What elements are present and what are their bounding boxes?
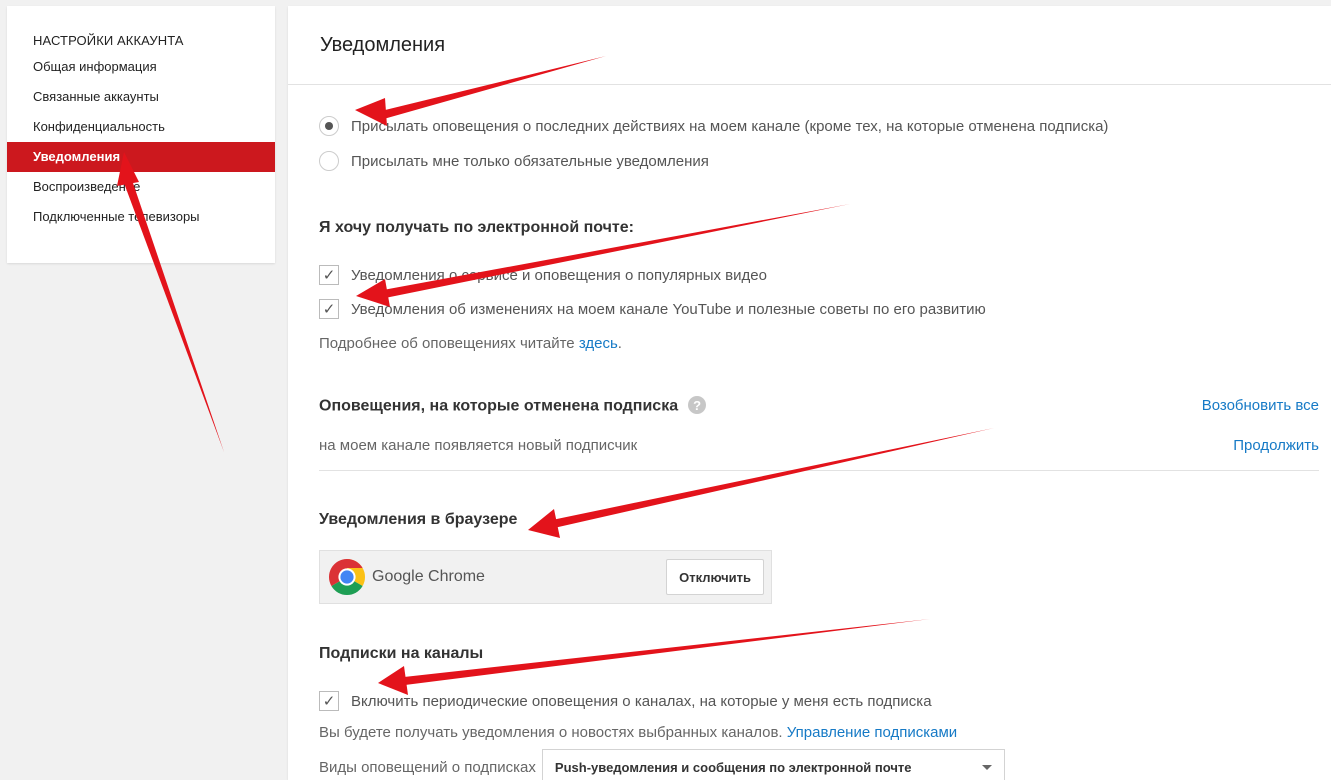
radio-essential-only[interactable]: Присылать мне только обязательные уведом… <box>319 151 709 171</box>
disable-browser-notifications-button[interactable]: Отключить <box>666 559 764 595</box>
panel-header: Уведомления <box>288 6 1331 85</box>
sidebar-item-overview[interactable]: Общая информация <box>7 52 275 82</box>
notifications-panel: Уведомления Присылать оповещения о после… <box>288 6 1331 780</box>
subscription-type-value: Push-уведомления и сообщения по электрон… <box>554 759 912 775</box>
check-service-notifications[interactable]: ✓ Уведомления о сервисе и оповещения о п… <box>319 265 767 285</box>
radio-button[interactable] <box>319 151 339 171</box>
checkbox-checked[interactable]: ✓ <box>319 691 339 711</box>
check-icon: ✓ <box>322 266 336 284</box>
email-section-title: Я хочу получать по электронной почте: <box>319 219 634 236</box>
more-info-text: Подробнее об оповещениях читайте здесь. <box>319 335 622 352</box>
sidebar-item-notifications[interactable]: Уведомления <box>7 142 275 172</box>
check-subscription-alerts[interactable]: ✓ Включить периодические оповещения о ка… <box>319 691 932 711</box>
check-icon: ✓ <box>322 300 336 318</box>
radio-dot-icon <box>325 122 333 130</box>
check-channel-updates-label: Уведомления об изменениях на моем канале… <box>351 300 986 318</box>
chrome-logo-icon <box>328 558 366 596</box>
more-info-link[interactable]: здесь <box>579 335 618 352</box>
manage-subscriptions-link[interactable]: Управление подписками <box>787 724 957 741</box>
check-subscription-alerts-label: Включить периодические оповещения о кана… <box>351 692 932 710</box>
checkbox-checked[interactable]: ✓ <box>319 265 339 285</box>
more-info-suffix: . <box>617 335 622 352</box>
radio-all-activity-label: Присылать оповещения о последних действи… <box>351 117 1109 135</box>
browser-name: Google Chrome <box>372 568 485 585</box>
resume-item-link[interactable]: Продолжить <box>1233 437 1319 454</box>
unsubscribed-item-text: на моем канале появляется новый подписчи… <box>319 437 638 454</box>
radio-button-selected[interactable] <box>319 116 339 136</box>
check-channel-updates[interactable]: ✓ Уведомления об изменениях на моем кана… <box>319 299 986 319</box>
unsubscribed-title-text: Оповещения, на которые отменена подписка <box>319 397 679 415</box>
more-info-prefix: Подробнее об оповещениях читайте <box>319 335 579 352</box>
sidebar-item-connected-tvs[interactable]: Подключенные телевизоры <box>7 202 275 232</box>
check-service-notifications-label: Уведомления о сервисе и оповещения о поп… <box>351 266 767 284</box>
sidebar-item-playback[interactable]: Воспроизведение <box>7 172 275 202</box>
question-circle-icon[interactable]: ? <box>688 396 707 414</box>
radio-all-activity[interactable]: Присылать оповещения о последних действи… <box>319 116 1108 136</box>
browser-section-title: Уведомления в браузере <box>319 511 518 528</box>
subscription-type-row: Виды оповещений о подписках Push-уведомл… <box>319 749 1005 780</box>
subscriptions-info-text: Вы будете получать уведомления о новостя… <box>319 724 787 741</box>
browser-entry: Google Chrome Отключить <box>319 550 772 604</box>
subscription-type-select[interactable]: Push-уведомления и сообщения по электрон… <box>541 749 1005 780</box>
subscriptions-section-title: Подписки на каналы <box>319 645 484 662</box>
caret-down-icon <box>981 764 992 770</box>
resume-all-link[interactable]: Возобновить все <box>1202 397 1319 414</box>
unsubscribed-section-title: Оповещения, на которые отменена подписка… <box>319 396 707 416</box>
check-icon: ✓ <box>322 692 336 710</box>
page-title: Уведомления <box>320 33 446 56</box>
sidebar-title: НАСТРОЙКИ АККАУНТА <box>33 33 184 48</box>
account-settings-sidebar: НАСТРОЙКИ АККАУНТА Общая информация Связ… <box>7 6 275 263</box>
subscription-type-label: Виды оповещений о подписках <box>319 758 536 776</box>
radio-essential-only-label: Присылать мне только обязательные уведом… <box>351 152 709 170</box>
subscriptions-info: Вы будете получать уведомления о новостя… <box>319 724 957 741</box>
sidebar-item-connected-accounts[interactable]: Связанные аккаунты <box>7 82 275 112</box>
checkbox-checked[interactable]: ✓ <box>319 299 339 319</box>
sidebar-item-privacy[interactable]: Конфиденциальность <box>7 112 275 142</box>
section-divider <box>319 470 1319 471</box>
